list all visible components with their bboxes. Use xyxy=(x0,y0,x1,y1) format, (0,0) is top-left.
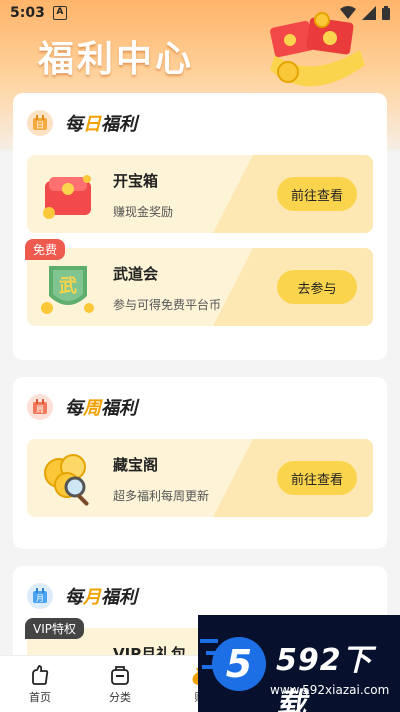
item-description: 参与可得免费平台币 xyxy=(113,298,222,312)
free-tag: 免费 xyxy=(25,239,66,260)
nav-category-label: 分类 xyxy=(109,690,131,704)
weekly-benefits-card: 周 每周福利 藏宝阁 超多福利每周更新 前往查看 xyxy=(13,377,387,549)
item-description: 超多福利每周更新 xyxy=(113,489,210,503)
item-name: 开宝箱 xyxy=(113,172,159,190)
watermark-url: www.592xiazai.com xyxy=(270,683,390,697)
section-title: 每月福利 xyxy=(65,587,137,608)
calendar-week-icon: 周 xyxy=(27,394,53,420)
weekly-benefits-header: 周 每周福利 xyxy=(13,377,387,437)
vip-tag: VIP特权 xyxy=(25,618,84,639)
nav-home-label: 首页 xyxy=(29,690,51,704)
shield-wu-icon: 武 xyxy=(41,266,94,314)
item-name: 武道会 xyxy=(113,265,159,283)
nav-home[interactable]: 首页 xyxy=(0,656,80,712)
notification-icon: A xyxy=(52,6,67,20)
svg-text:月: 月 xyxy=(36,594,44,603)
section-title: 每周福利 xyxy=(65,398,137,419)
category-icon xyxy=(111,665,129,685)
join-button[interactable]: 去参与 xyxy=(277,270,357,304)
calendar-month-icon: 月 xyxy=(27,583,53,609)
red-envelope-icon xyxy=(43,175,91,219)
watermark-logo: 5 xyxy=(212,637,266,691)
daily-benefits-header: 日 每日福利 xyxy=(13,93,387,153)
red-envelope-hero-icon xyxy=(270,12,365,87)
status-time: 5:03 xyxy=(10,5,45,21)
watermark-brand: 592下载 xyxy=(276,643,373,712)
list-item-treasure-box[interactable]: 开宝箱 赚现金奖励 前往查看 xyxy=(27,155,373,233)
calendar-day-icon: 日 xyxy=(27,110,53,136)
watermark-banner: 5 592下载 www.592xiazai.com xyxy=(198,615,400,712)
view-button[interactable]: 前往查看 xyxy=(277,461,357,495)
svg-text:周: 周 xyxy=(36,405,44,414)
home-icon xyxy=(32,664,49,685)
svg-text:武: 武 xyxy=(59,276,77,297)
list-item-treasure-pavilion[interactable]: 藏宝阁 超多福利每周更新 前往查看 xyxy=(27,439,373,517)
view-button[interactable]: 前往查看 xyxy=(277,177,357,211)
daily-benefits-card: 日 每日福利 开宝箱 赚现金奖励 前往查看 武 武道会 参与可得免费平台币 去参… xyxy=(13,93,387,360)
item-description: 赚现金奖励 xyxy=(113,205,174,219)
section-title: 每日福利 xyxy=(65,114,137,135)
gold-coins-magnifier-icon xyxy=(44,454,89,506)
battery-icon xyxy=(382,6,390,20)
item-name: 藏宝阁 xyxy=(113,456,159,474)
list-item-martial-arts[interactable]: 武 武道会 参与可得免费平台币 去参与 xyxy=(27,248,373,326)
svg-text:日: 日 xyxy=(36,121,44,130)
page-title: 福利中心 xyxy=(38,39,195,80)
nav-category[interactable]: 分类 xyxy=(80,656,160,712)
